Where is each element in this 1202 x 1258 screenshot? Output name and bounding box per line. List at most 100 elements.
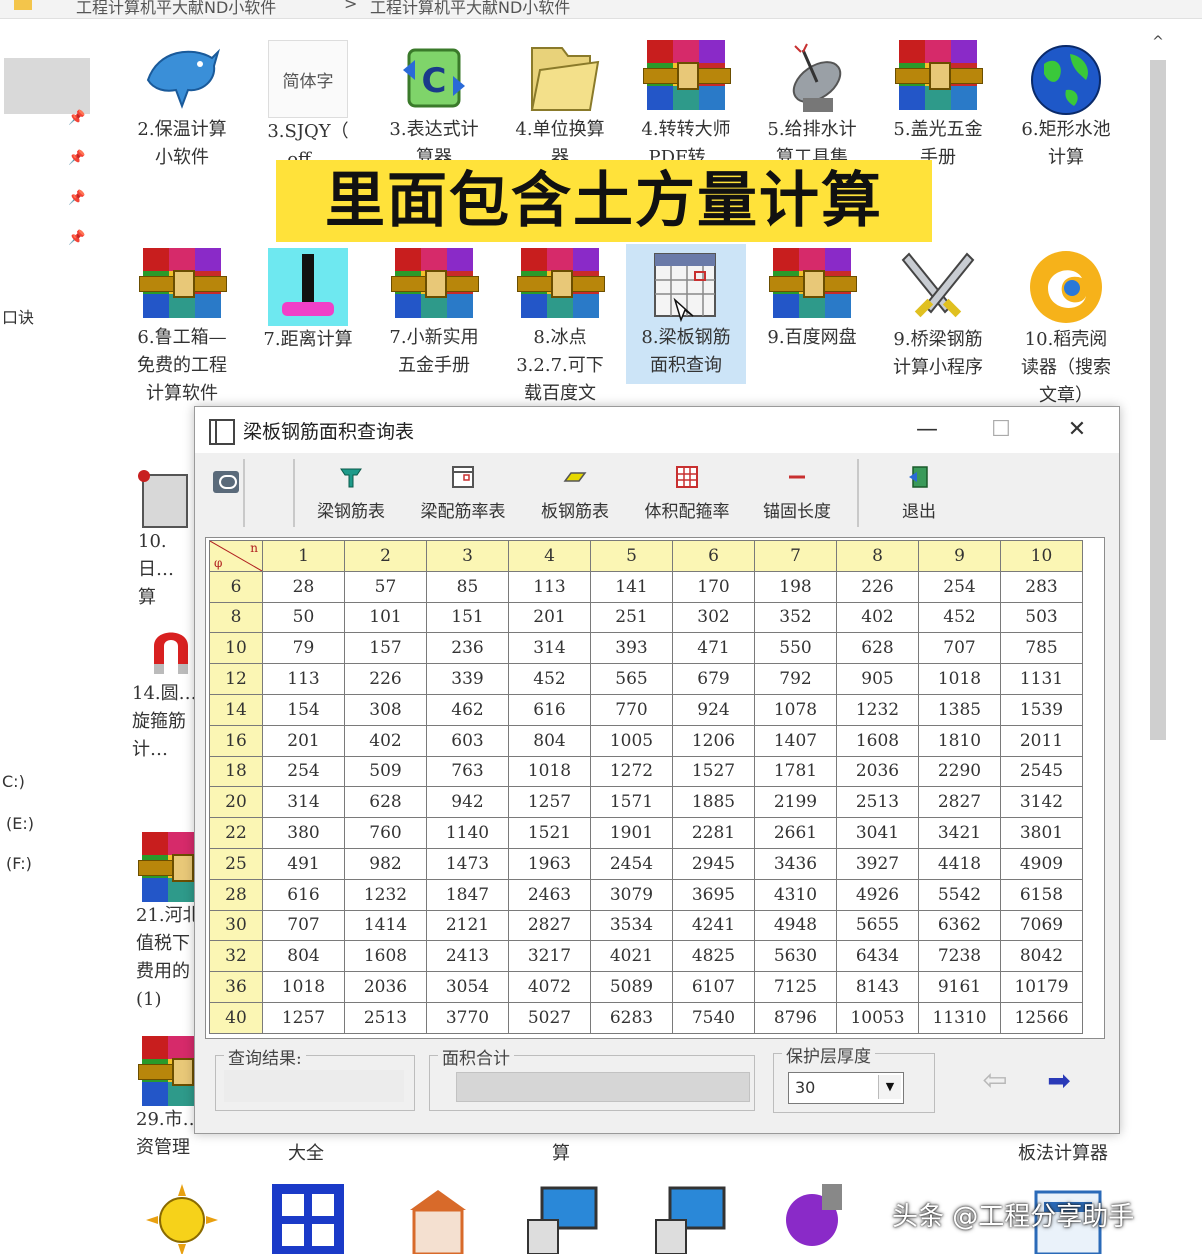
file-icon-tile[interactable]: 29.市… 资管理 (136, 1036, 202, 1162)
area-cell[interactable]: 1847 (426, 878, 509, 911)
area-cell[interactable]: 4021 (590, 940, 673, 973)
area-cell[interactable]: 157 (344, 632, 427, 665)
area-cell[interactable]: 4948 (754, 909, 837, 942)
file-icon-tile[interactable]: 6.矩形水池 计算 (1006, 40, 1126, 172)
file-icon-tile[interactable]: 8.冰点 3.2.7.可下 载百度文 (500, 248, 620, 408)
area-cell[interactable]: 201 (262, 724, 345, 757)
area-cell[interactable]: 2454 (590, 847, 673, 880)
area-cell[interactable]: 550 (754, 632, 837, 665)
file-icon-tile[interactable]: 4.单位换算 器 (500, 40, 620, 172)
area-cell[interactable]: 452 (918, 601, 1001, 634)
area-cell[interactable]: 1608 (836, 724, 919, 757)
area-cell[interactable]: 707 (262, 909, 345, 942)
area-cell[interactable]: 679 (672, 663, 755, 695)
area-cell[interactable]: 8796 (754, 1001, 837, 1034)
file-icon-tile[interactable]: 7.小新实用 五金手册 (374, 248, 494, 380)
area-cell[interactable]: 785 (1000, 632, 1083, 665)
area-cell[interactable]: 79 (262, 632, 345, 665)
area-cell[interactable]: 141 (590, 570, 673, 603)
area-cell[interactable]: 471 (672, 632, 755, 665)
area-cell[interactable]: 509 (344, 755, 427, 788)
file-icon-tile[interactable]: 9.百度网盘 (752, 248, 872, 352)
file-icon-tile-selected[interactable]: 8.梁板钢筋 面积查询 (626, 244, 746, 384)
file-icon-tile[interactable]: 5.盖光五金 手册 (878, 40, 998, 172)
area-cell[interactable]: 1901 (590, 817, 673, 849)
area-cell[interactable]: 982 (344, 847, 427, 880)
area-cell[interactable]: 4909 (1000, 847, 1083, 880)
computer-icon[interactable] (522, 1180, 602, 1255)
area-cell[interactable]: 3770 (426, 1001, 509, 1034)
area-cell[interactable]: 201 (508, 601, 591, 634)
area-cell[interactable]: 1608 (344, 940, 427, 973)
area-cell[interactable]: 1963 (508, 847, 591, 880)
area-cell[interactable]: 3695 (672, 878, 755, 911)
area-cell[interactable]: 254 (918, 570, 1001, 603)
file-icon-tile[interactable]: 2.保温计算 小软件 (122, 40, 242, 172)
area-cell[interactable]: 1018 (918, 663, 1001, 695)
area-cell[interactable]: 804 (262, 940, 345, 973)
file-icon-tile[interactable]: 14.圆… 旋箍筋 计… (122, 624, 202, 764)
area-cell[interactable]: 2121 (426, 909, 509, 942)
area-cell[interactable]: 314 (262, 786, 345, 819)
scroll-thumb[interactable] (1150, 60, 1166, 740)
area-cell[interactable]: 7069 (1000, 909, 1083, 942)
area-cell[interactable]: 352 (754, 601, 837, 634)
area-cell[interactable]: 2545 (1000, 755, 1083, 788)
file-icon-tile[interactable]: 4.转转大师 PDF转… (626, 40, 746, 172)
area-cell[interactable]: 2011 (1000, 724, 1083, 757)
area-cell[interactable]: 603 (426, 724, 509, 757)
pin-icon[interactable]: 📌 (68, 230, 85, 246)
area-cell[interactable]: 4072 (508, 971, 591, 1003)
area-cell[interactable]: 616 (262, 878, 345, 911)
volume-stirrup-ratio-button[interactable]: 体积配箍率 (631, 465, 743, 527)
area-cell[interactable]: 2661 (754, 817, 837, 849)
area-cell[interactable]: 1539 (1000, 693, 1083, 726)
area-cell[interactable]: 905 (836, 663, 919, 695)
area-cell[interactable]: 4241 (672, 909, 755, 942)
area-cell[interactable]: 393 (590, 632, 673, 665)
area-cell[interactable]: 7125 (754, 971, 837, 1003)
area-cell[interactable]: 2199 (754, 786, 837, 819)
nav-item[interactable]: 口诀 (2, 304, 34, 328)
scroll-up-arrow[interactable]: ^ (1146, 34, 1170, 54)
area-cell[interactable]: 3041 (836, 817, 919, 849)
file-icon-tile[interactable]: 简体字 3.SJQY（ off… (248, 40, 368, 174)
area-cell[interactable]: 402 (344, 724, 427, 757)
area-cell[interactable]: 2290 (918, 755, 1001, 788)
area-cell[interactable]: 3534 (590, 909, 673, 942)
area-cell[interactable]: 1257 (262, 1001, 345, 1034)
area-cell[interactable]: 1571 (590, 786, 673, 819)
close-button[interactable]: ✕ (1057, 415, 1097, 445)
beam-ratio-table-button[interactable]: 梁配筋率表 (407, 465, 519, 527)
area-cell[interactable]: 503 (1000, 601, 1083, 634)
next-arrow-button[interactable]: ➡ (1037, 1067, 1081, 1095)
area-cell[interactable]: 5655 (836, 909, 919, 942)
area-cell[interactable]: 1257 (508, 786, 591, 819)
area-cell[interactable]: 628 (344, 786, 427, 819)
area-cell[interactable]: 3421 (918, 817, 1001, 849)
area-cell[interactable]: 5542 (918, 878, 1001, 911)
area-cell[interactable]: 491 (262, 847, 345, 880)
area-cell[interactable]: 3054 (426, 971, 509, 1003)
area-cell[interactable]: 1005 (590, 724, 673, 757)
area-cell[interactable]: 628 (836, 632, 919, 665)
area-cell[interactable]: 57 (344, 570, 427, 603)
breadcrumb-segment[interactable]: 工程计算机平大献ND小软件 (370, 0, 570, 18)
area-cell[interactable]: 6362 (918, 909, 1001, 942)
area-cell[interactable]: 154 (262, 693, 345, 726)
area-cell[interactable]: 283 (1000, 570, 1083, 603)
area-cell[interactable]: 1131 (1000, 663, 1083, 695)
area-cell[interactable]: 4825 (672, 940, 755, 973)
area-cell[interactable]: 565 (590, 663, 673, 695)
area-cell[interactable]: 3142 (1000, 786, 1083, 819)
area-cell[interactable]: 12566 (1000, 1001, 1083, 1034)
area-cell[interactable]: 6107 (672, 971, 755, 1003)
area-cell[interactable]: 251 (590, 601, 673, 634)
area-cell[interactable]: 2463 (508, 878, 591, 911)
area-cell[interactable]: 226 (836, 570, 919, 603)
building-icon[interactable] (398, 1180, 478, 1256)
nav-item-drive-e[interactable]: (E:) (6, 814, 34, 833)
area-cell[interactable]: 2513 (344, 1001, 427, 1034)
file-icon-tile[interactable]: 21.河北 值税下 费用的 (1) (136, 832, 202, 1014)
file-icon-tile[interactable]: 9.桥梁钢筋 计算小程序 (878, 248, 998, 382)
